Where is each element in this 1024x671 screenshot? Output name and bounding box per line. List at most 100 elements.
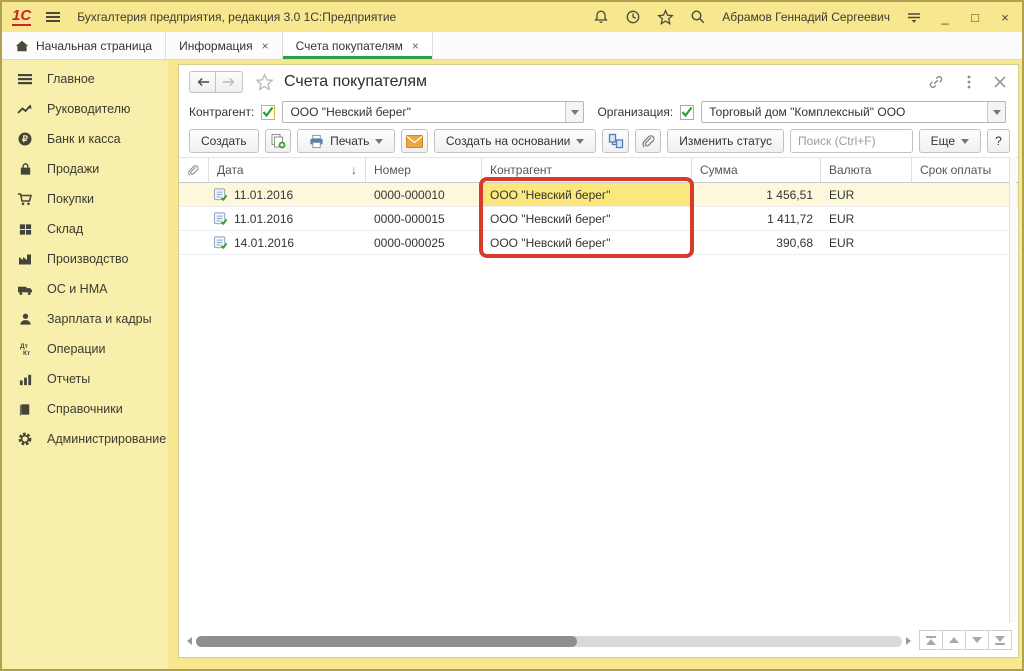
previous-record-button[interactable]: [942, 630, 966, 650]
more-button[interactable]: Еще: [919, 129, 981, 153]
pallet-icon: [16, 222, 34, 237]
bar-chart-icon: [16, 372, 34, 387]
record-navigation: [920, 630, 1012, 650]
sidebar-item-proizvodstvo[interactable]: Производство: [2, 244, 168, 274]
attachments-button[interactable]: [635, 129, 661, 153]
home-icon: [15, 39, 29, 53]
create-based-dropdown-caret: [576, 139, 584, 144]
sidebar-item-glavnoe[interactable]: Главное: [2, 64, 168, 94]
first-record-button[interactable]: [919, 630, 943, 650]
svg-text:Дт: Дт: [20, 343, 28, 350]
vertical-scrollbar[interactable]: [1009, 157, 1016, 623]
horizontal-scroll-thumb[interactable]: [196, 636, 577, 647]
app-window: 1С Бухгалтерия предприятия, редакция 3.0…: [0, 0, 1024, 671]
global-search-icon[interactable]: [690, 9, 706, 25]
scroll-right-icon[interactable]: [906, 637, 911, 645]
svg-text:Кт: Кт: [23, 350, 30, 357]
next-record-button[interactable]: [965, 630, 989, 650]
history-icon[interactable]: [625, 9, 641, 25]
notifications-bell-icon[interactable]: [593, 9, 609, 25]
attachment-column-icon[interactable]: [179, 158, 209, 182]
service-menu-icon[interactable]: [906, 9, 922, 25]
person-icon: [16, 312, 34, 327]
forward-arrow-button[interactable]: [216, 71, 243, 93]
sidebar-item-sklad[interactable]: Склад: [2, 214, 168, 244]
command-toolbar: Создать Печать Созд: [179, 125, 1018, 157]
organization-input[interactable]: [702, 102, 987, 122]
trend-arrow-icon: [16, 101, 34, 117]
tab-home[interactable]: Начальная страница: [2, 32, 166, 59]
counterparty-checkbox[interactable]: [261, 105, 275, 120]
sidebar-item-otchety[interactable]: Отчеты: [2, 364, 168, 394]
sidebar-item-pokupki[interactable]: Покупки: [2, 184, 168, 214]
sidebar-item-prodazhi[interactable]: Продажи: [2, 154, 168, 184]
main-menu-icon[interactable]: [45, 9, 61, 25]
tab-information[interactable]: Информация ×: [166, 32, 283, 59]
back-arrow-button[interactable]: [189, 71, 216, 93]
close-panel-icon[interactable]: [994, 76, 1006, 88]
tab-customer-invoices[interactable]: Счета покупателям ×: [283, 32, 433, 59]
tab-close-icon[interactable]: ×: [412, 39, 419, 53]
create-button[interactable]: Создать: [189, 129, 259, 153]
tab-bar: Начальная страница Информация × Счета по…: [2, 32, 1022, 60]
organization-checkbox[interactable]: [680, 105, 694, 120]
column-header-amount[interactable]: Сумма: [692, 158, 821, 182]
tab-close-icon[interactable]: ×: [262, 39, 269, 53]
column-header-due-date[interactable]: Срок оплаты: [912, 158, 1018, 182]
sidebar-item-rukovoditelyu[interactable]: Руководителю: [2, 94, 168, 124]
sidebar-item-zarplata-kadry[interactable]: Зарплата и кадры: [2, 304, 168, 334]
counterparty-dropdown-icon[interactable]: [565, 102, 583, 122]
window-title: Бухгалтерия предприятия, редакция 3.0 1С…: [77, 10, 396, 24]
column-header-date[interactable]: Дата ↓: [209, 158, 366, 182]
sort-descending-icon[interactable]: ↓: [351, 163, 357, 177]
print-button[interactable]: Печать: [297, 129, 395, 153]
sidebar-item-administrirovanie[interactable]: Администрирование: [2, 424, 168, 454]
current-user-name[interactable]: Абрамов Геннадий Сергеевич: [722, 10, 890, 24]
sidebar-item-os-nma[interactable]: ОС и НМА: [2, 274, 168, 304]
book-icon: [16, 402, 34, 417]
ruble-circle-icon: ₽: [16, 131, 34, 147]
column-header-counterparty[interactable]: Контрагент: [482, 158, 692, 182]
table-row[interactable]: 11.01.2016 0000-000015 ООО "Невский бере…: [179, 207, 1018, 231]
help-button[interactable]: ?: [987, 129, 1010, 153]
close-window-icon[interactable]: ×: [998, 10, 1012, 25]
organization-combo: [701, 101, 1006, 123]
scroll-left-icon[interactable]: [187, 637, 192, 645]
svg-text:₽: ₽: [22, 134, 28, 144]
search-box: ×: [790, 129, 913, 153]
horizontal-scroll-track[interactable]: [196, 636, 902, 647]
create-based-on-button[interactable]: Создать на основании: [434, 129, 597, 153]
sidebar-item-bank-kassa[interactable]: ₽ Банк и касса: [2, 124, 168, 154]
column-header-number[interactable]: Номер: [366, 158, 482, 182]
dt-kt-icon: ДтКт: [16, 341, 34, 357]
sidebar-item-operacii[interactable]: ДтКт Операции: [2, 334, 168, 364]
factory-icon: [16, 251, 34, 267]
organization-dropdown-icon[interactable]: [987, 102, 1005, 122]
horizontal-scrollbar: [187, 634, 911, 648]
get-link-icon[interactable]: [928, 74, 944, 90]
print-dropdown-caret: [375, 139, 383, 144]
customer-invoices-panel: Счета покупателям: [178, 64, 1019, 658]
cart-icon: [16, 191, 34, 207]
more-kebab-icon[interactable]: [966, 74, 972, 90]
more-dropdown-caret: [961, 139, 969, 144]
1c-logo-icon: 1С: [12, 8, 31, 26]
counterparty-combo: [282, 101, 584, 123]
change-status-button[interactable]: Изменить статус: [667, 129, 784, 153]
table-row[interactable]: 14.01.2016 0000-000025 ООО "Невский бере…: [179, 231, 1018, 255]
search-input[interactable]: [791, 130, 913, 152]
column-header-currency[interactable]: Валюта: [821, 158, 912, 182]
send-email-button[interactable]: [401, 129, 427, 153]
organization-filter-label: Организация:: [597, 105, 673, 119]
last-record-button[interactable]: [988, 630, 1012, 650]
counterparty-input[interactable]: [283, 102, 565, 122]
favorites-star-icon[interactable]: [657, 9, 674, 26]
related-documents-button[interactable]: [602, 129, 628, 153]
copy-button[interactable]: [265, 129, 291, 153]
maximize-window-icon[interactable]: □: [968, 10, 982, 25]
sidebar-item-spravochniki[interactable]: Справочники: [2, 394, 168, 424]
minimize-window-icon[interactable]: _: [938, 10, 952, 25]
table-row[interactable]: 11.01.2016 0000-000010 ООО "Невский бере…: [179, 183, 1018, 207]
tab-label: Счета покупателям: [296, 39, 403, 53]
favorite-star-icon[interactable]: [255, 73, 274, 92]
